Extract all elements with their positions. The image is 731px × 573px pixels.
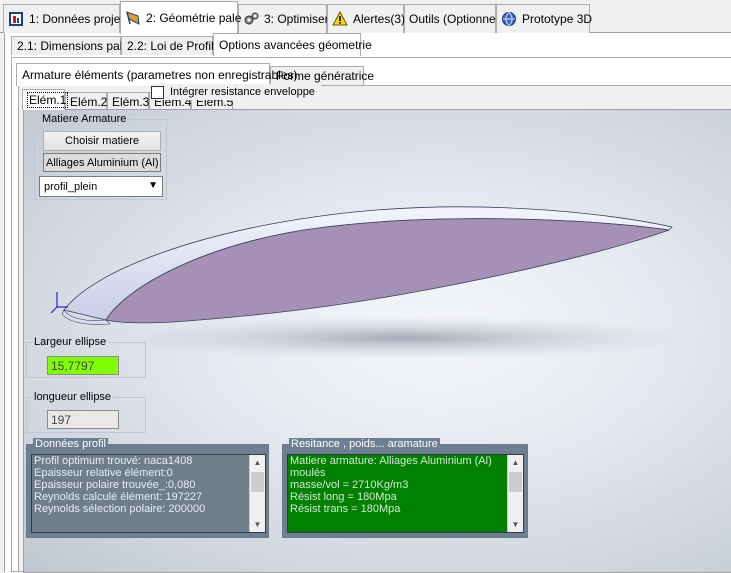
resistance-group: Resitance , poids... aramature Matiere a… [282, 438, 528, 538]
tab-element-frame-label: Armature éléments (parametres non enregi… [22, 68, 298, 82]
tab-element-3-label: Elém.3 [112, 94, 150, 109]
profile-data-legend: Données profil [33, 438, 108, 450]
warning-icon [332, 10, 348, 27]
blade-geometry-icon [125, 10, 141, 26]
scroll-thumb[interactable] [251, 472, 264, 492]
ellipse-length-value: 197 [51, 412, 72, 427]
envelope-resistance-label: Intégrer resistance enveloppe [170, 86, 315, 98]
material-value: Alliages Aluminium (Al) m [46, 156, 161, 169]
tab-blade-dimensions-label: 2.1: Dimensions pale [17, 39, 130, 53]
advanced-geometry-panel: Armature éléments (parametres non enregi… [11, 57, 731, 573]
material-field[interactable]: Alliages Aluminium (Al) m [43, 153, 161, 172]
choose-material-label: Choisir matiere [65, 135, 139, 147]
tab-optimise-label: 3: Optimiser [264, 12, 329, 26]
tab-alerts[interactable]: Alertes(3) [327, 4, 406, 33]
choose-material-button[interactable]: Choisir matiere [43, 131, 161, 151]
resistance-line: Résist long = 180Mpa [290, 491, 397, 503]
element-frame-panel: Elém.1 Elém.2 Elém.3 Elém.4 Elém.5 Intég… [18, 84, 731, 573]
tab-project-data-label: 1: Données projet [29, 12, 124, 26]
resistance-scrollbar[interactable]: ▲ ▼ [507, 455, 523, 532]
tab-tools[interactable]: Outils (Optionnel) [404, 4, 502, 33]
tab-profile-law-label: 2.2: Loi de Profils [127, 39, 220, 53]
scroll-thumb[interactable] [509, 472, 522, 492]
ellipse-width-legend: Largeur ellipse [34, 336, 107, 348]
material-group-legend: Matiere Armature [42, 113, 127, 125]
main-tab-bar: 1: Données projet 2: Géométrie pale 3: O… [0, 0, 731, 34]
profile-data-textbox[interactable]: Profil optimum trouvé: naca1408 Epaisseu… [31, 454, 266, 533]
tab-blade-dimensions[interactable]: 2.1: Dimensions pale [11, 36, 129, 55]
tab-element-2[interactable]: Elém.2 [65, 92, 107, 110]
resistance-line: moulés [290, 467, 326, 479]
tab-blade-geometry-label: 2: Géométrie pale [146, 11, 242, 25]
profile-data-line: Epaisseur polaire trouvée_:0,080 [34, 479, 196, 491]
profile-data-line: Reynolds sélection polaire: 200000 [34, 503, 206, 515]
resistance-textbox[interactable]: Matiere armature: Alliages Aluminium (Al… [287, 454, 524, 533]
profile-data-line: Reynolds calculé élément: 197227 [34, 491, 203, 503]
blade-geometry-panel: 2.1: Dimensions pale 2.2: Loi de Profils… [4, 33, 731, 573]
ellipse-length-input[interactable]: 197 [47, 410, 119, 429]
profile-data-group: Données profil Profil optimum trouvé: na… [26, 438, 269, 538]
profile-data-line: Epaisseur relative élément:0 [34, 467, 173, 479]
tab-element-3[interactable]: Elém.3 [107, 92, 149, 110]
ellipse-width-value: 15,7797 [51, 358, 95, 373]
scroll-down-icon[interactable]: ▼ [508, 517, 523, 532]
resistance-line: Résist trans = 180Mpa [290, 503, 401, 515]
gears-icon [243, 11, 259, 27]
envelope-resistance-checkbox[interactable]: Intégrer resistance enveloppe [151, 84, 321, 100]
tab-element-2-label: Elém.2 [70, 94, 108, 109]
tab-profile-law[interactable]: 2.2: Loi de Profils [121, 36, 220, 55]
profile-data-scrollbar[interactable]: ▲ ▼ [249, 455, 265, 532]
tab-advanced-geometry[interactable]: Options avancées géometrie [213, 33, 372, 56]
project-data-icon [8, 11, 24, 27]
globe-icon [501, 11, 517, 27]
resistance-legend: Resitance , poids... aramature [289, 438, 440, 450]
tab-advanced-geometry-label: Options avancées géometrie [219, 38, 372, 52]
scroll-up-icon[interactable]: ▲ [508, 455, 523, 470]
ellipse-width-input[interactable]: 15,7797 [47, 356, 119, 375]
airfoil-side-face [105, 218, 670, 324]
tab-blade-geometry[interactable]: 2: Géométrie pale [120, 1, 242, 34]
tab-tools-label: Outils (Optionnel) [409, 12, 503, 26]
tab-prototype-3d[interactable]: Prototype 3D [496, 4, 593, 33]
tab-element-1[interactable]: Elém.1 [22, 89, 69, 110]
3d-viewport[interactable]: Matiere Armature Choisir matiere Alliage… [23, 109, 731, 573]
tab-element-frame[interactable]: Armature éléments (parametres non enregi… [16, 63, 297, 86]
airfoil-shadow [104, 316, 704, 360]
tab-alerts-label: Alertes(3) [353, 12, 406, 26]
scroll-down-icon[interactable]: ▼ [250, 517, 265, 532]
chevron-down-icon: ▼ [148, 180, 158, 191]
tab-optimise[interactable]: 3: Optimiser [238, 4, 329, 33]
tab-prototype-3d-label: Prototype 3D [522, 12, 593, 26]
tab-element-1-label: Elém.1 [27, 92, 69, 108]
resistance-line: Matiere armature: Alliages Aluminium (Al… [290, 455, 492, 467]
profile-data-line: Profil optimum trouvé: naca1408 [34, 455, 193, 467]
envelope-resistance-checkbox-box[interactable] [151, 85, 164, 99]
profile-type-select[interactable]: profil_plein ▼ [39, 176, 163, 197]
scroll-up-icon[interactable]: ▲ [250, 455, 265, 470]
axis-z [50, 306, 58, 314]
ellipse-length-legend: longueur ellipse [34, 391, 112, 403]
resistance-line: masse/vol = 2710Kg/m3 [290, 479, 409, 491]
profile-type-value: profil_plein [44, 180, 98, 193]
tab-project-data[interactable]: 1: Données projet [3, 4, 124, 33]
